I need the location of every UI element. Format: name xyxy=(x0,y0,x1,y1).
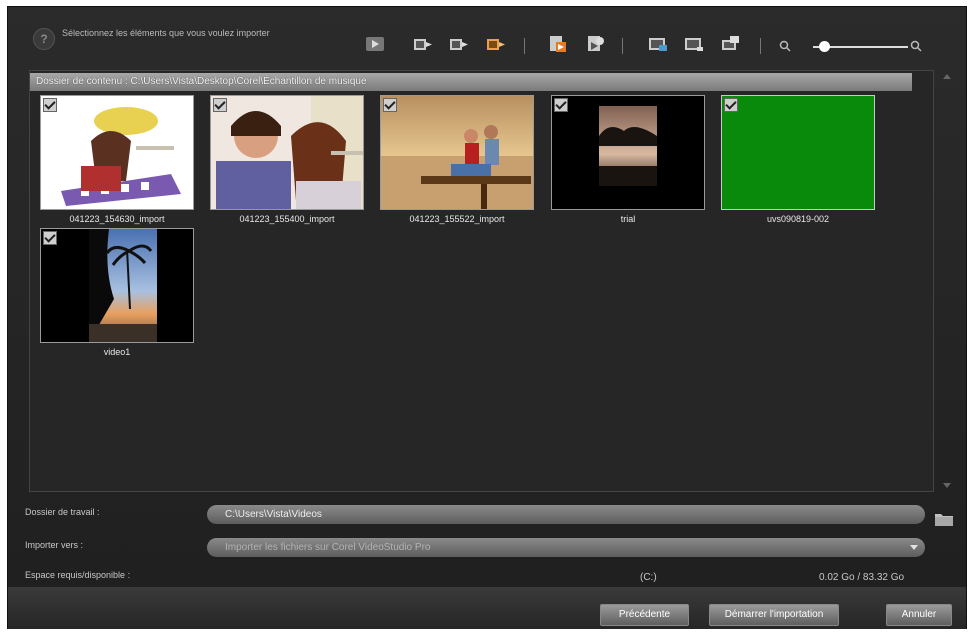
import-to-value: Importer les fichiers sur Corel VideoStu… xyxy=(225,542,431,553)
item-checkbox[interactable] xyxy=(43,231,57,245)
media-thumbnail[interactable] xyxy=(40,228,194,343)
browse-folder-icon[interactable] xyxy=(934,511,954,527)
toolbar-separator xyxy=(760,38,761,54)
space-label: Espace requis/disponible : xyxy=(25,570,131,580)
media-thumbnail[interactable] xyxy=(380,95,534,210)
media-item-label: uvs090819-002 xyxy=(766,214,830,224)
insert-icon[interactable] xyxy=(547,34,569,54)
import-icon[interactable] xyxy=(412,34,434,54)
help-icon[interactable]: ? xyxy=(33,28,55,50)
chevron-down-icon[interactable] xyxy=(910,545,918,550)
toolbar-separator xyxy=(524,38,525,54)
select-all-icon[interactable] xyxy=(647,34,669,54)
content-folder-path: Dossier de contenu : C:\Users\Vista\Desk… xyxy=(30,73,912,91)
import-icon[interactable] xyxy=(448,34,470,54)
instruction-text: Sélectionnez les éléments que vous voule… xyxy=(62,28,270,38)
media-item-label: 041223_155522_import xyxy=(409,214,505,224)
item-checkbox[interactable] xyxy=(724,98,738,112)
item-checkbox[interactable] xyxy=(554,98,568,112)
import-icon[interactable] xyxy=(485,34,507,54)
media-thumbnail[interactable] xyxy=(210,95,364,210)
import-to-label: Importer vers : xyxy=(25,540,84,550)
media-item-label: trial xyxy=(620,214,636,224)
media-item-label: video1 xyxy=(103,347,131,357)
media-item-label: 041223_155400_import xyxy=(239,214,335,224)
item-checkbox[interactable] xyxy=(213,98,227,112)
edit-icon[interactable] xyxy=(720,34,742,54)
media-item-label: 041223_154630_import xyxy=(69,214,165,224)
zoom-in-icon[interactable] xyxy=(910,40,922,52)
start-import-button[interactable]: Démarrer l'importation xyxy=(709,604,839,626)
item-checkbox[interactable] xyxy=(43,98,57,112)
media-thumbnail[interactable] xyxy=(40,95,194,210)
work-folder-label: Dossier de travail : xyxy=(25,507,100,517)
scroll-down-icon[interactable] xyxy=(943,483,951,488)
media-thumbnail[interactable] xyxy=(721,95,875,210)
zoom-slider-thumb[interactable] xyxy=(819,41,831,52)
previous-button[interactable]: Précédente xyxy=(600,604,689,626)
zoom-out-icon[interactable] xyxy=(779,40,791,52)
import-dialog: ? Sélectionnez les éléments que vous vou… xyxy=(7,6,967,629)
item-checkbox[interactable] xyxy=(383,98,397,112)
media-thumbnail[interactable] xyxy=(551,95,705,210)
import-to-dropdown[interactable]: Importer les fichiers sur Corel VideoStu… xyxy=(207,538,925,557)
insert-icon[interactable] xyxy=(585,34,607,54)
deselect-icon[interactable] xyxy=(683,34,705,54)
cancel-button[interactable]: Annuler xyxy=(886,604,952,626)
drive-label: (C:) xyxy=(640,572,657,583)
space-value: 0.02 Go / 83.32 Go xyxy=(819,572,905,583)
scroll-up-icon[interactable] xyxy=(943,74,951,79)
work-folder-field[interactable]: C:\Users\Vista\Videos xyxy=(207,505,925,524)
toolbar-separator xyxy=(622,38,623,54)
scrollbar[interactable] xyxy=(941,70,955,492)
play-icon[interactable] xyxy=(364,34,386,54)
